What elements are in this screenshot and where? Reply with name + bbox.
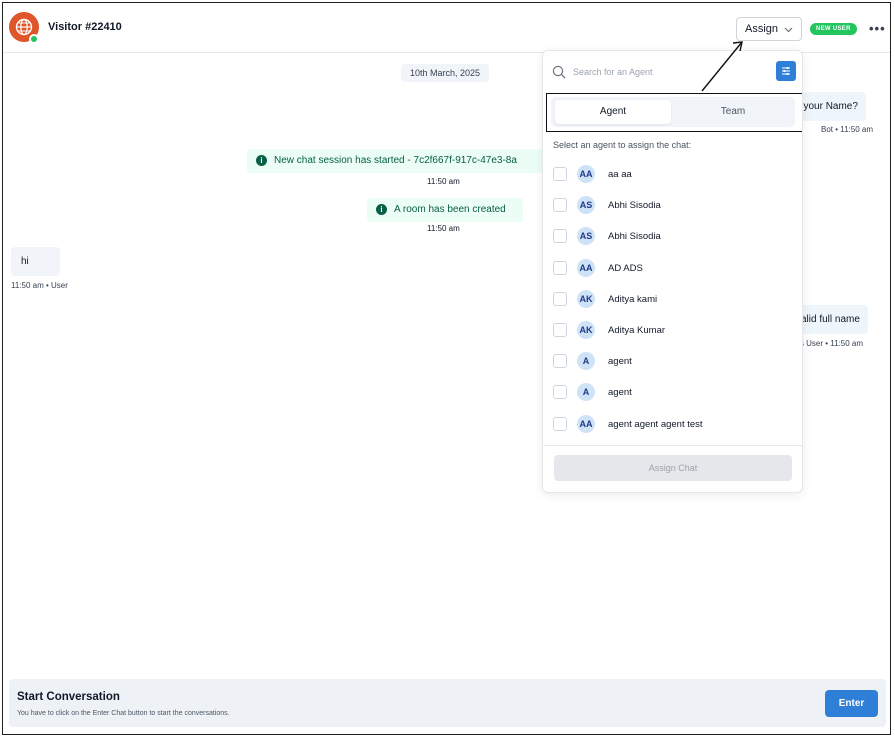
- agent-name: Abhi Sisodia: [608, 200, 661, 212]
- system-message-time: 11:50 am: [427, 224, 460, 233]
- chat-window: Visitor #22410 Assign NEW USER ••• 10th …: [2, 2, 891, 735]
- agent-name: Abhi Sisodia: [608, 231, 661, 243]
- agent-checkbox[interactable]: [553, 229, 567, 244]
- chevron-down-icon: [784, 27, 793, 33]
- online-status-dot: [29, 34, 39, 44]
- agent-row[interactable]: AA AD ADS: [543, 253, 802, 284]
- agent-name: Aditya kami: [608, 293, 658, 305]
- system-message-text: A room has been created: [394, 204, 506, 215]
- agent-row[interactable]: AS Abhi Sisodia: [543, 221, 802, 252]
- agent-name: agent: [608, 356, 632, 368]
- agent-row[interactable]: AK Aditya kami: [543, 284, 802, 315]
- footer-subtitle: You have to click on the Enter Chat butt…: [17, 710, 230, 717]
- tab-agent[interactable]: Agent: [555, 100, 671, 124]
- agent-avatar: AA: [577, 258, 595, 277]
- globe-icon: [15, 18, 33, 36]
- agent-name: aa aa: [608, 169, 632, 180]
- assign-chat-button[interactable]: Assign Chat: [554, 455, 792, 481]
- agent-checkbox[interactable]: [553, 167, 567, 181]
- agent-team-tabs: Agent Team: [546, 93, 802, 132]
- agent-checkbox[interactable]: [553, 198, 567, 213]
- agent-avatar: A: [577, 352, 595, 371]
- enter-chat-button[interactable]: Enter: [825, 690, 878, 717]
- assign-hint: Select an agent to assign the chat:: [553, 140, 692, 150]
- agent-checkbox[interactable]: [553, 385, 567, 400]
- more-horizontal-icon[interactable]: •••: [869, 21, 886, 36]
- new-user-badge: NEW USER: [810, 23, 857, 35]
- agent-checkbox[interactable]: [553, 354, 567, 369]
- agent-row[interactable]: Aagent: [543, 346, 802, 377]
- chat-header: Visitor #22410 Assign NEW USER •••: [3, 3, 890, 53]
- search-icon: [552, 65, 566, 79]
- info-icon: i: [376, 204, 387, 215]
- filter-button[interactable]: [776, 61, 796, 81]
- agent-row[interactable]: AS Abhi Sisodia: [543, 190, 802, 221]
- agent-row[interactable]: AK Aditya Kumar: [543, 315, 802, 346]
- agent-avatar: AS: [577, 227, 595, 246]
- annotation-arrow: [701, 41, 743, 92]
- divider: [543, 445, 802, 446]
- agent-avatar: AK: [577, 321, 595, 339]
- start-conversation-bar: Start Conversation You have to click on …: [9, 679, 886, 727]
- user-message-bubble: hi: [11, 247, 60, 276]
- agent-avatar: A: [577, 383, 595, 402]
- system-message: i A room has been created: [367, 198, 523, 222]
- user-message-meta: 11:50 am • User: [11, 281, 68, 290]
- agent-row[interactable]: Aagent: [543, 377, 802, 408]
- assign-agent-panel: Agent Team Select an agent to assign the…: [542, 50, 803, 493]
- info-icon: i: [256, 155, 267, 166]
- agent-avatar: AA: [577, 414, 595, 433]
- filter-icon: [782, 67, 790, 75]
- agent-avatar: AK: [577, 289, 595, 308]
- bot-message-meta: Bot • 11:50 am: [821, 125, 874, 134]
- agent-checkbox[interactable]: [553, 260, 567, 275]
- visitor-name: Visitor #22410: [48, 21, 122, 33]
- agent-checkbox[interactable]: [553, 291, 567, 306]
- agent-checkbox[interactable]: [553, 323, 567, 337]
- agent-checkbox[interactable]: [553, 416, 567, 431]
- footer-title: Start Conversation: [17, 691, 120, 703]
- system-message-time: 11:50 am: [427, 177, 460, 186]
- agent-avatar: AA: [577, 165, 595, 183]
- tab-group: Agent Team: [551, 97, 795, 127]
- date-separator: 10th March, 2025: [401, 64, 490, 82]
- tab-team[interactable]: Team: [675, 100, 791, 124]
- agent-name: agent agent agent test: [608, 418, 703, 430]
- system-message: i New chat session has started - 7c2f667…: [247, 149, 543, 173]
- agent-row[interactable]: AA aa aa: [543, 159, 802, 190]
- agent-name: Aditya Kumar: [608, 325, 666, 336]
- agent-row[interactable]: AA agent agent agent test: [543, 409, 802, 440]
- agent-avatar: AS: [577, 196, 595, 215]
- agent-name: AD ADS: [608, 262, 643, 274]
- system-message-text: New chat session has started - 7c2f667f-…: [274, 155, 517, 166]
- agent-name: agent: [608, 387, 632, 399]
